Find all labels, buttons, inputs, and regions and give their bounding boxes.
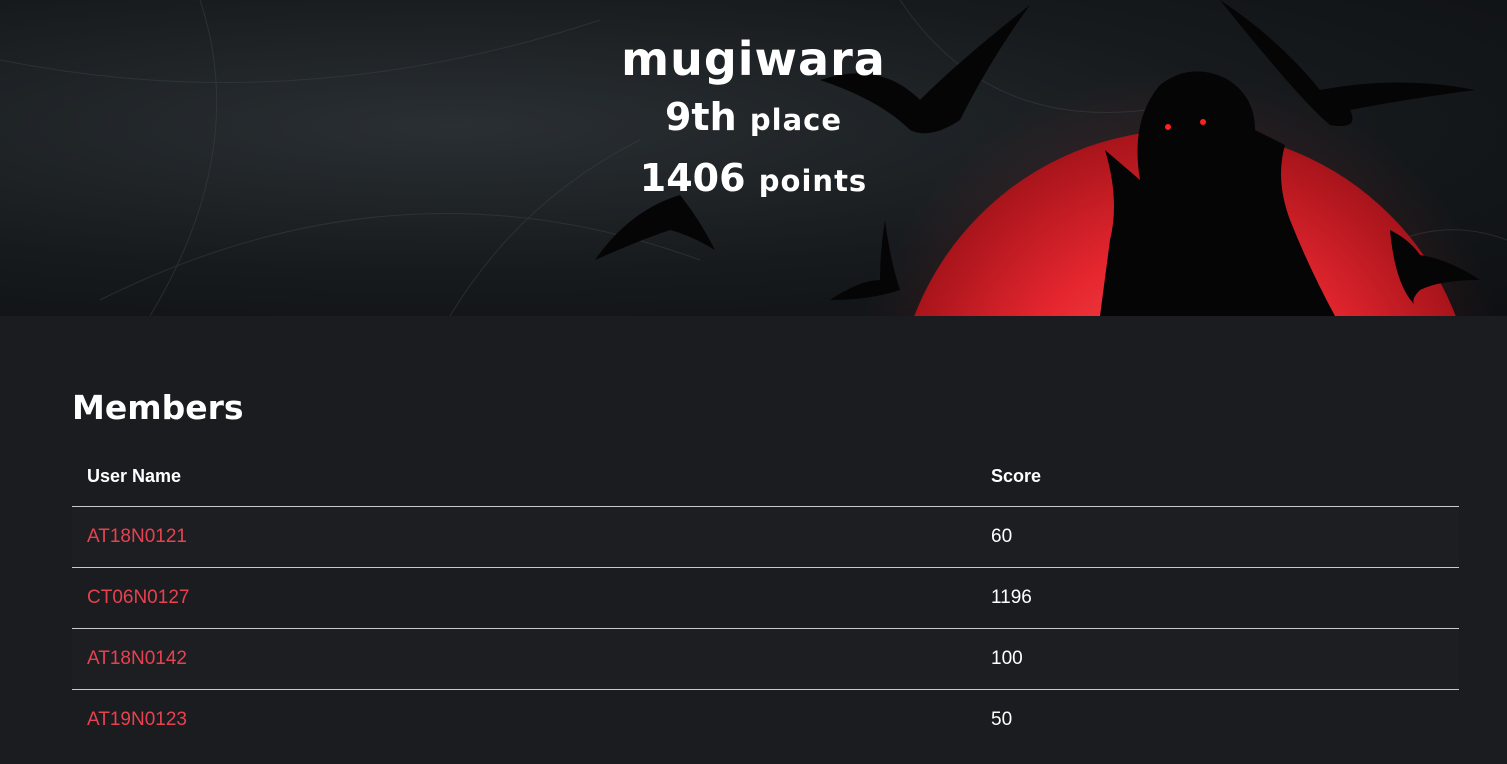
members-title: Members [72,388,244,427]
table-row: AT18N0142 100 [72,628,1459,690]
member-link[interactable]: AT18N0142 [87,648,187,669]
member-name-cell: AT19N0123 [72,690,976,751]
team-banner: mugiwara 9th place 1406 points [0,0,1507,316]
members-table: User Name Score AT18N0121 60 CT06N0127 1… [72,446,1459,750]
member-link[interactable]: CT06N0127 [87,587,189,608]
points-label: points [758,164,868,198]
points-number: 1406 [639,156,746,200]
member-score-cell: 100 [976,628,1459,690]
table-header-row: User Name Score [72,446,1459,507]
members-section: Members User Name Score AT18N0121 60 CT0… [72,316,1459,750]
member-score-cell: 50 [991,709,1013,730]
team-name: mugiwara [621,32,886,86]
column-header-user-name: User Name [72,446,976,507]
team-summary: mugiwara 9th place 1406 points [0,0,1507,210]
team-points: 1406 points [0,149,1507,210]
crow-shape [830,220,900,300]
team-place: 9th place [0,88,1507,149]
place-label: place [749,103,843,137]
member-link[interactable]: AT19N0123 [87,709,187,730]
table-row: AT18N0121 60 [72,506,1459,568]
member-name-cell: CT06N0127 [72,567,976,629]
place-number: 9th [664,95,737,139]
table-row: AT19N0123 50 [72,690,1459,751]
member-name-cell: AT18N0142 [72,628,976,690]
column-header-score: Score [976,446,1459,507]
member-score-cell: 1196 [976,567,1459,629]
table-row: CT06N0127 1196 [72,567,1459,629]
member-link[interactable]: AT18N0121 [87,526,187,547]
member-score-cell: 60 [976,506,1459,568]
member-name-cell: AT18N0121 [72,506,976,568]
